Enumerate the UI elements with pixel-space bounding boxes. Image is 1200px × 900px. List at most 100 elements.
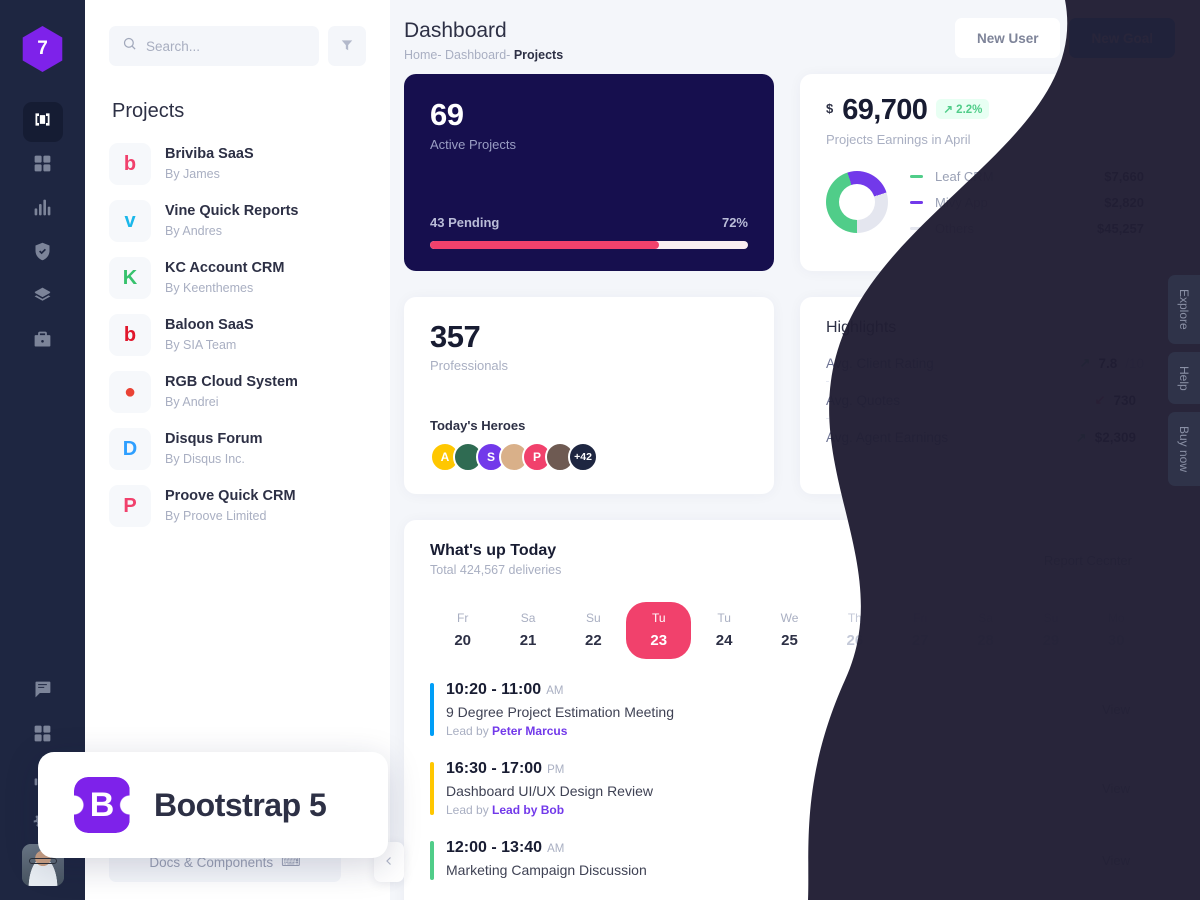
calendar-day[interactable]: Th 26: [822, 602, 887, 659]
project-text: Disqus Forum By Disqus Inc.: [165, 429, 262, 468]
sidebar-item-analytics[interactable]: [23, 190, 63, 230]
new-goal-button[interactable]: New Goal: [1069, 18, 1175, 58]
event-time: 16:30 - 17:00: [446, 760, 543, 777]
whats-up-today-card: What's up Today Total 424,567 deliveries…: [404, 520, 1175, 900]
professionals-card[interactable]: 357 Professionals Today's Heroes A S P +42: [404, 297, 774, 494]
legend-color-dash: [910, 200, 923, 204]
event-view-button[interactable]: View: [1083, 771, 1149, 806]
calendar-day[interactable]: Tu 23: [626, 602, 692, 659]
brand-logo[interactable]: 7: [22, 26, 63, 72]
bootstrap-label: Bootstrap 5: [154, 786, 327, 823]
day-of-week: Sa: [978, 611, 993, 625]
highlights-col: Highlights Avg. Client Rating ↗ 7.8/10 Avg.…: [800, 297, 1170, 494]
calendar-day[interactable]: Fr 20: [430, 602, 495, 659]
event-lead-name[interactable]: Lead by Bob: [492, 803, 564, 817]
sidebar-item-apps[interactable]: [23, 716, 63, 756]
edge-tabs: Explore Help Buy now: [1154, 275, 1200, 487]
report-center-button[interactable]: Report Cecnter: [1026, 542, 1149, 578]
project-name: Vine Quick Reports: [165, 203, 299, 220]
sidebar-item-chat[interactable]: [23, 672, 63, 712]
heroes-overflow-count[interactable]: +42: [568, 442, 598, 472]
project-list-item[interactable]: D Disqus Forum By Disqus Inc.: [109, 428, 366, 470]
project-logo-icon: v: [109, 200, 151, 242]
highlights-card[interactable]: Highlights Avg. Client Rating ↗ 7.8/10 Avg.…: [800, 297, 1170, 494]
shield-check-icon: [32, 241, 53, 267]
trend-arrow-icon: ↗: [1075, 429, 1087, 445]
breadcrumb-item[interactable]: Home-: [404, 48, 442, 62]
legend-value: $2,820: [1104, 194, 1144, 210]
progress-meta: 43 Pending 72%: [430, 215, 748, 230]
project-logo-icon: ●: [109, 371, 151, 413]
calendar-day[interactable]: Tu 24: [691, 602, 756, 659]
day-number: 24: [715, 632, 733, 649]
calendar-day[interactable]: Su 22: [561, 602, 626, 659]
event-view-button[interactable]: View: [1083, 843, 1149, 878]
highlight-label: Avg. Quotes: [826, 392, 901, 408]
event-lead-name[interactable]: Peter Marcus: [492, 724, 567, 738]
bootstrap-badge: B Bootstrap 5: [38, 752, 388, 858]
trend-arrow-icon: ↙: [1094, 392, 1106, 407]
sidebar-item-security[interactable]: [23, 234, 63, 274]
highlight-value: $2,309: [1094, 430, 1136, 445]
legend-row: Mivy App $2,820: [910, 189, 1144, 215]
sidebar-item-cube[interactable]: [22, 102, 63, 142]
event-color-bar: [430, 762, 434, 815]
project-name: Disqus Forum: [165, 431, 263, 448]
sidebar-item-projects[interactable]: [23, 322, 63, 362]
highlight-label: Avg. Client Rating: [826, 355, 934, 371]
cube-icon: [32, 109, 53, 135]
day-of-week: Mo: [1107, 611, 1125, 625]
earnings-card[interactable]: $ 69,700 ↗ 2.2% Projects Earnings in Apr…: [800, 74, 1170, 271]
breadcrumb-item[interactable]: Dashboard-: [445, 48, 510, 62]
sidebar-item-layers[interactable]: [23, 278, 63, 318]
brand-logo-text: 7: [37, 38, 48, 59]
day-number: 25: [781, 632, 798, 649]
event-lead: Lead by Peter Marcus: [446, 724, 674, 738]
highlights-title: Highlights: [826, 319, 897, 336]
search-input[interactable]: [146, 38, 306, 54]
calendar-day[interactable]: Su 29: [1018, 602, 1083, 659]
highlights-rows: Avg. Client Rating ↗ 7.8/10 Avg. Quotes ↙ 730…: [826, 345, 1144, 456]
event-row: 10:20 - 11:00 AM 9 Degree Project Estimati…: [430, 681, 1149, 738]
topbar: Dashboard Home- Dashboard- Projects New …: [404, 18, 1175, 74]
event-time: 10:20 - 11:00: [446, 681, 542, 698]
project-name: Proove Quick CRM: [165, 488, 296, 505]
bootstrap-logo-icon: B: [74, 777, 130, 833]
legend-label: Others: [935, 220, 975, 236]
event-view-button[interactable]: View: [1083, 692, 1149, 727]
project-list-item[interactable]: K KC Account CRM By Keenthemes: [109, 257, 366, 299]
project-author: By Proove Limited: [165, 509, 267, 524]
highlight-value: 730: [1113, 392, 1136, 408]
edge-tab[interactable]: Buy now: [1168, 412, 1200, 487]
calendar-day[interactable]: Sa 28: [953, 602, 1018, 659]
project-list-item[interactable]: b Briviba SaaS By James: [109, 143, 366, 185]
bar-chart-icon: [32, 197, 53, 223]
project-list-item[interactable]: b Baloon SaaS By SIA Team: [109, 314, 366, 356]
calendar-day[interactable]: We 25: [757, 602, 822, 659]
highlight-suffix: /10: [1125, 355, 1144, 371]
search-box[interactable]: [109, 26, 319, 66]
topbar-titles: Dashboard Home- Dashboard- Projects: [404, 18, 563, 62]
filter-button[interactable]: [328, 26, 366, 66]
active-projects-card[interactable]: 69 Active Projects 43 Pending 72%: [404, 74, 774, 271]
project-list-item[interactable]: P Proove Quick CRM By Proove Limited: [109, 485, 366, 527]
project-list-item[interactable]: v Vine Quick Reports By Andres: [109, 200, 366, 242]
new-user-button[interactable]: New User: [954, 18, 1061, 58]
sidebar-item-grid[interactable]: [23, 146, 63, 186]
event-lead-prefix: Lead by: [446, 803, 493, 817]
event-time-row: 10:20 - 11:00 AM: [446, 681, 674, 699]
project-list-item[interactable]: ● RGB Cloud System By Andrei: [109, 371, 366, 413]
legend-value: $45,257: [1097, 220, 1144, 236]
calendar-day[interactable]: Sa 21: [495, 602, 560, 659]
edge-tab[interactable]: Help: [1168, 351, 1200, 405]
earnings-donut-chart: [826, 171, 888, 233]
project-author: By James: [165, 167, 220, 182]
calendar-day[interactable]: Mo 30: [1084, 602, 1149, 659]
day-of-week: Sa: [520, 611, 536, 625]
project-text: Baloon SaaS By SIA Team: [165, 315, 254, 354]
day-number: 20: [454, 632, 472, 649]
event-title: Marketing Campaign Discussion: [446, 862, 647, 878]
project-name: Baloon SaaS: [165, 317, 254, 334]
calendar-day[interactable]: Fri 27: [888, 602, 953, 659]
edge-tab[interactable]: Explore: [1168, 275, 1200, 344]
